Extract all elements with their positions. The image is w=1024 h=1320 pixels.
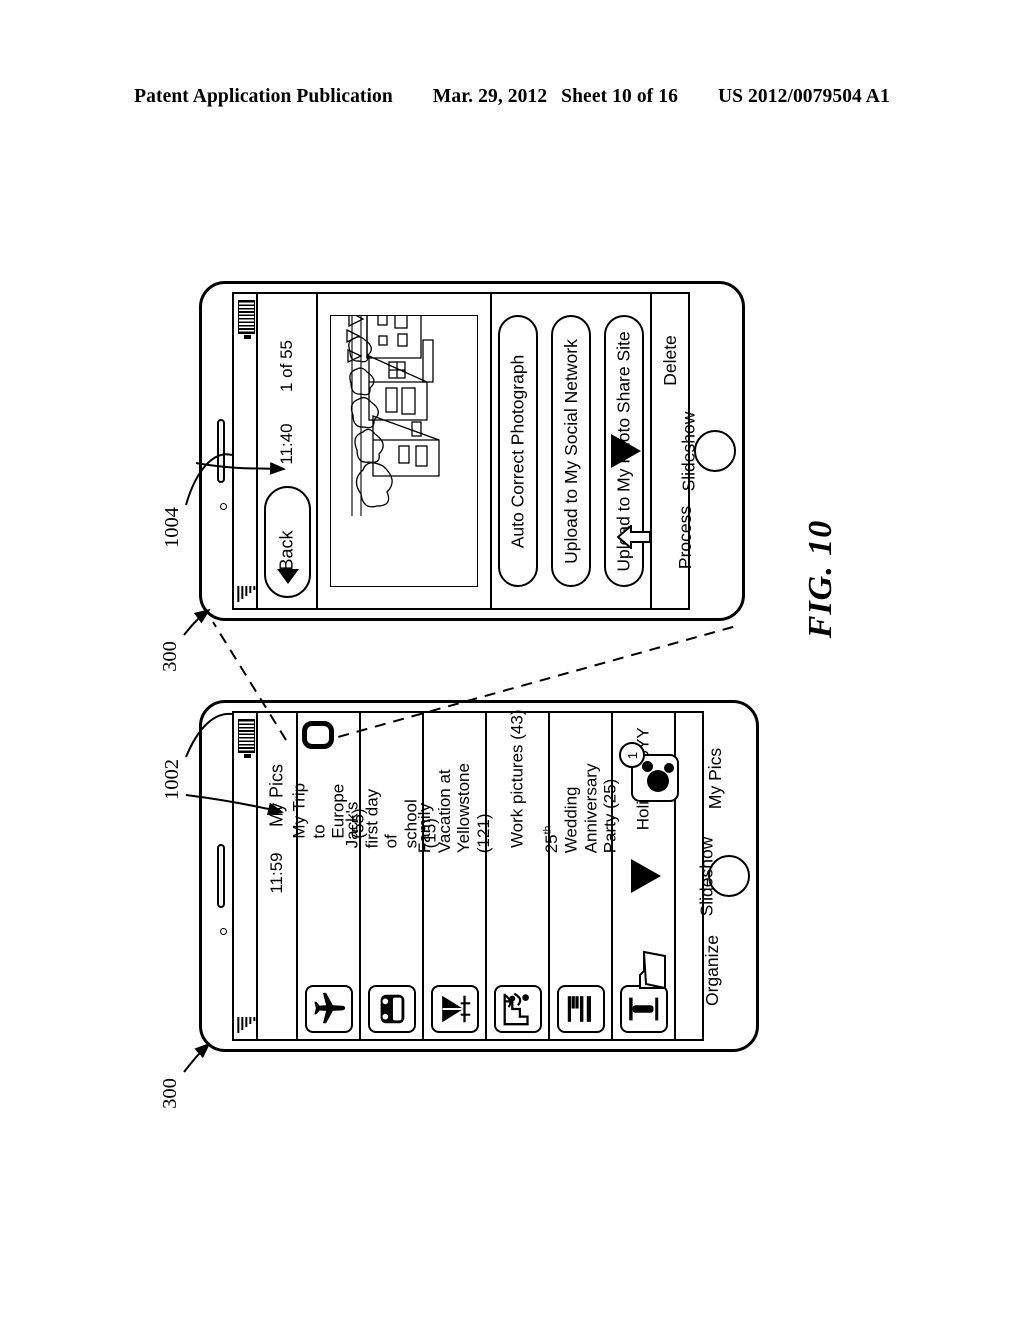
action-label: Upload to My Social Network: [560, 338, 581, 564]
photo-pane[interactable]: [318, 294, 492, 608]
battery-icon: [237, 300, 255, 339]
triangle-down-icon: [276, 569, 299, 584]
photo-counter: 1 of 55: [277, 340, 296, 392]
ref-numeral-1002: 1002: [161, 759, 183, 800]
play-triangle-icon: [611, 434, 642, 468]
mouse-ear-right: [664, 763, 675, 773]
device-photo-viewer: 1 of 55 11:40 Back Auto Correct Photogra…: [199, 281, 745, 621]
selection-indicator: [302, 721, 334, 749]
ref-numeral-300-top: 300: [158, 641, 181, 672]
album-row-europe[interactable]: My Trip to Europe (55): [289, 713, 367, 1039]
battery-icon: [237, 719, 255, 758]
signal-strength-icon: [237, 1017, 256, 1033]
tent-icon: [430, 985, 479, 1033]
album-name-wrap: Family Vacation at Yellowstone (121): [415, 763, 493, 979]
home-button[interactable]: [694, 430, 736, 472]
play-triangle-icon: [631, 859, 662, 893]
fork-knife-icon: [556, 985, 605, 1033]
album-name-wrap: 25th Wedding Anniversary Party (25): [541, 764, 619, 979]
photo-viewer-screen: 1 of 55 11:40 Back Auto Correct Photogra…: [232, 292, 699, 610]
back-button[interactable]: Back: [264, 486, 311, 598]
patent-figure-page: Patent Application Publication Mar. 29, …: [0, 0, 1024, 1320]
action-button-upload-social[interactable]: Upload to My Social Network: [551, 315, 591, 587]
publication-header: Patent Application Publication Mar. 29, …: [0, 86, 1024, 108]
candle-icon: [619, 985, 668, 1033]
album-row-school[interactable]: Jack's first day of school (15): [343, 713, 440, 1039]
toolbar-label: Slideshow: [696, 836, 717, 916]
toolbar-item-delete[interactable]: Delete: [652, 300, 688, 420]
album-name: 25th Wedding Anniversary Party (25): [541, 763, 620, 854]
action-button-auto-correct[interactable]: Auto Correct Photograph: [498, 315, 538, 587]
toolbar-label: Slideshow: [678, 411, 699, 491]
back-button-label: Back: [277, 530, 297, 571]
action-label: Auto Correct Photograph: [507, 354, 528, 548]
publication-date: Mar. 29, 2012: [432, 86, 548, 107]
ref-numeral-300-bottom: 300: [158, 1078, 181, 1109]
badge-count: 1: [624, 751, 640, 759]
camera-dot-icon: [219, 928, 227, 935]
toolbar-item-organize[interactable]: Organize: [638, 905, 722, 1035]
mouse-ear-left: [642, 761, 654, 772]
page-title: My Pics: [266, 764, 287, 827]
toolbar-label: Organize: [701, 934, 722, 1006]
publication-label: Patent Application Publication: [134, 86, 393, 107]
camera-dot-icon: [219, 503, 227, 510]
status-bar: [234, 294, 258, 608]
folder-icon: [634, 950, 668, 990]
album-toolbar: My Pics 1 Slideshow Organize: [619, 713, 726, 1039]
mouse-body: [647, 770, 670, 792]
signal-strength-icon: [237, 586, 256, 602]
album-name-wrap: Work pictures (43): [487, 709, 548, 979]
toolbar-label: Delete: [659, 334, 680, 386]
house-line-drawing-icon: [346, 316, 440, 516]
album-list-header: My Pics 11:59: [258, 713, 298, 1039]
toolbar-label: My Pics: [705, 747, 726, 809]
speaker-slot: [217, 419, 225, 483]
bus-icon: [367, 985, 416, 1033]
mouse-icon: 1: [619, 742, 680, 802]
arrow-up-outline-icon: [617, 525, 652, 549]
sheet-number: Sheet 10 of 16: [561, 86, 678, 107]
patent-number: US 2012/0079504 A1: [717, 86, 890, 107]
album-row-anniversary[interactable]: 25th Wedding Anniversary Party (25): [541, 713, 619, 1039]
album-name: Family Vacation at Yellowstone (121): [415, 763, 494, 854]
device-album-list: My Pics 11:59 My Trip to Europe (55) Jac…: [199, 700, 759, 1052]
ref-numeral-1004: 1004: [161, 507, 183, 548]
leader-lines: [183, 453, 741, 1073]
album-list-screen: My Pics 11:59 My Trip to Europe (55) Jac…: [232, 709, 726, 1041]
airplane-icon: [304, 985, 353, 1033]
album-name: Work pictures (43): [507, 709, 527, 849]
speaker-slot: [217, 844, 225, 908]
viewer-header: 1 of 55 11:40 Back: [258, 294, 318, 608]
album-name-wrap: Jack's first day of school (15): [343, 769, 440, 979]
chart-people-icon: [493, 985, 542, 1033]
figure-label: FIG. 10: [802, 519, 840, 639]
status-time: 11:40: [277, 423, 296, 465]
viewer-toolbar: Process Slideshow Delete: [611, 294, 699, 608]
status-time: 11:59: [267, 852, 286, 894]
album-row-work[interactable]: Work pictures (43): [487, 709, 550, 1039]
photo-thumbnail[interactable]: [330, 315, 478, 587]
album-row-yellowstone[interactable]: Family Vacation at Yellowstone (121): [415, 713, 493, 1039]
status-bar: [234, 713, 258, 1039]
